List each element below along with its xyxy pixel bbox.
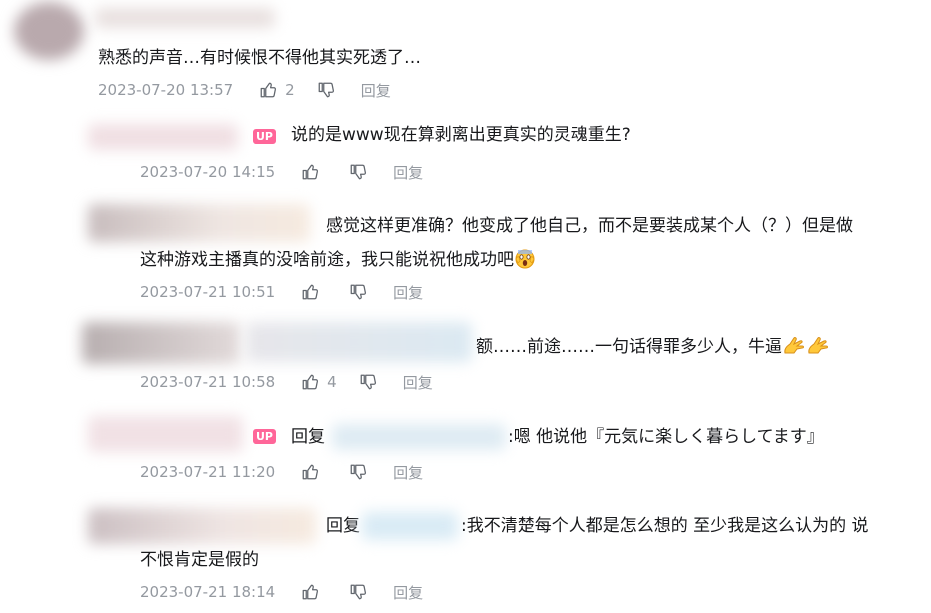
reply-text-line-2: 这种游戏主播真的没啥前途，我只能说祝他成功吧 [140,246,536,278]
thumbs-down-icon [317,81,335,99]
dislike-button[interactable] [349,283,367,301]
reply-to-username[interactable] [332,424,506,450]
reply-time: 2023-07-21 11:20 [140,463,276,481]
reply-to-username[interactable] [362,512,458,540]
reply-avatar-username[interactable] [82,322,240,364]
reply-meta: 2023-07-21 10:51 回复 [140,280,423,304]
username[interactable] [95,8,275,28]
dislike-button[interactable] [349,163,367,181]
reply-text: 说的是www现在算剥离出更真实的灵魂重生? [291,125,631,145]
up-badge: UP [253,129,276,144]
dislike-button[interactable] [317,81,335,99]
reply-avatar-username[interactable] [88,416,243,452]
thumbs-down-icon [349,163,367,181]
thumbs-up-icon [301,583,319,601]
thumbs-up-icon [301,463,319,481]
thumbs-down-icon [359,373,377,391]
reply-meta: 2023-07-21 11:20 回复 [140,460,423,484]
like-button[interactable] [301,283,327,301]
like-button[interactable] [301,583,327,601]
reply-text-content: 额……前途……一句话得罪多少人，牛逼 [476,337,782,357]
reply-avatar-username[interactable] [88,204,310,242]
reply-avatar-username[interactable] [88,508,316,544]
dislike-button[interactable] [349,463,367,481]
thumbs-down-icon [349,583,367,601]
comment-text: 熟悉的声音…有时候恨不得他其实死透了… [98,48,421,68]
thumbs-up-icon [301,163,319,181]
reply-button[interactable]: 回复 [393,582,423,603]
reply-to-username[interactable] [246,322,472,362]
comment-time: 2023-07-20 13:57 [98,81,234,99]
ok-hand-emoji [782,334,830,365]
reply-text-line-2: 不恨肯定是假的 [140,550,259,570]
reply-text-line-2-content: 这种游戏主播真的没啥前途，我只能说祝他成功吧 [140,250,514,270]
comment-meta: 2023-07-20 13:57 2 回复 [98,78,391,102]
reply-time: 2023-07-21 10:51 [140,283,276,301]
thumbs-up-icon [259,81,277,99]
reply-prefix: 回复 [326,516,360,536]
reply-text-line-1: 感觉这样更准确？他变成了他自己，而不是要装成某个人（？）但是做 [326,216,853,236]
dislike-button[interactable] [349,583,367,601]
dislike-button[interactable] [359,373,377,391]
reply-meta: 2023-07-20 14:15 回复 [140,160,423,184]
thumbs-up-icon [301,373,319,391]
reply-meta: 2023-07-21 10:58 4 回复 [140,370,433,394]
reply-time: 2023-07-21 10:58 [140,373,276,391]
like-button[interactable] [301,163,327,181]
reply-time: 2023-07-21 18:14 [140,583,276,601]
reply-button[interactable]: 回复 [361,80,391,101]
up-badge: UP [253,429,276,444]
like-count: 2 [285,81,295,99]
like-button[interactable]: 2 [259,81,295,99]
scream-emoji [514,247,536,278]
reply-button[interactable]: 回复 [393,462,423,483]
avatar[interactable] [14,2,84,60]
reply-text: 额……前途……一句话得罪多少人，牛逼 [476,333,830,365]
reply-prefix: 回复 [291,427,325,447]
reply-meta: 2023-07-21 18:14 回复 [140,580,423,604]
thumbs-down-icon [349,463,367,481]
reply-avatar-username[interactable] [88,124,238,150]
like-button[interactable]: 4 [301,373,337,391]
reply-text-line-1: :我不清楚每个人都是怎么想的 至少我是这么认为的 说 [461,516,869,536]
reply-time: 2023-07-20 14:15 [140,163,276,181]
like-button[interactable] [301,463,327,481]
thumbs-up-icon [301,283,319,301]
reply-button[interactable]: 回复 [393,162,423,183]
thumbs-down-icon [349,283,367,301]
like-count: 4 [327,373,337,391]
reply-button[interactable]: 回复 [393,282,423,303]
reply-text: :嗯 他说他『元気に楽しく暮らしてます』 [508,427,824,447]
reply-button[interactable]: 回复 [403,372,433,393]
